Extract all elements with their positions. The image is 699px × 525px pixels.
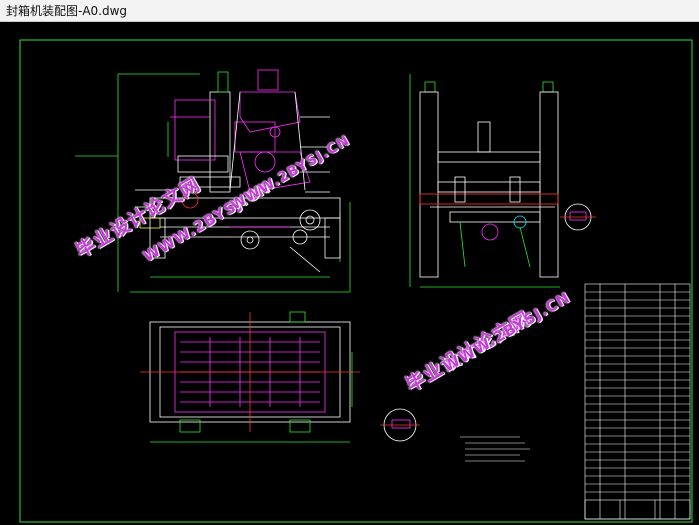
window-titlebar: 封箱机装配图-A0.dwg bbox=[0, 0, 699, 22]
cad-drawing-canvas bbox=[19, 39, 693, 523]
top-view bbox=[140, 311, 360, 443]
front-view bbox=[75, 69, 351, 293]
side-view bbox=[409, 74, 596, 288]
technical-notes bbox=[460, 436, 530, 462]
section-detail bbox=[380, 408, 420, 442]
bill-of-materials-table bbox=[584, 283, 691, 520]
cad-drawing-viewport[interactable]: 毕业设计论文网 WWW.2BYSJ.CN WWW.2BYSJ.CN 毕业设计论文… bbox=[0, 22, 699, 525]
drawing-border bbox=[19, 39, 693, 523]
window-title: 封箱机装配图-A0.dwg bbox=[6, 4, 128, 18]
